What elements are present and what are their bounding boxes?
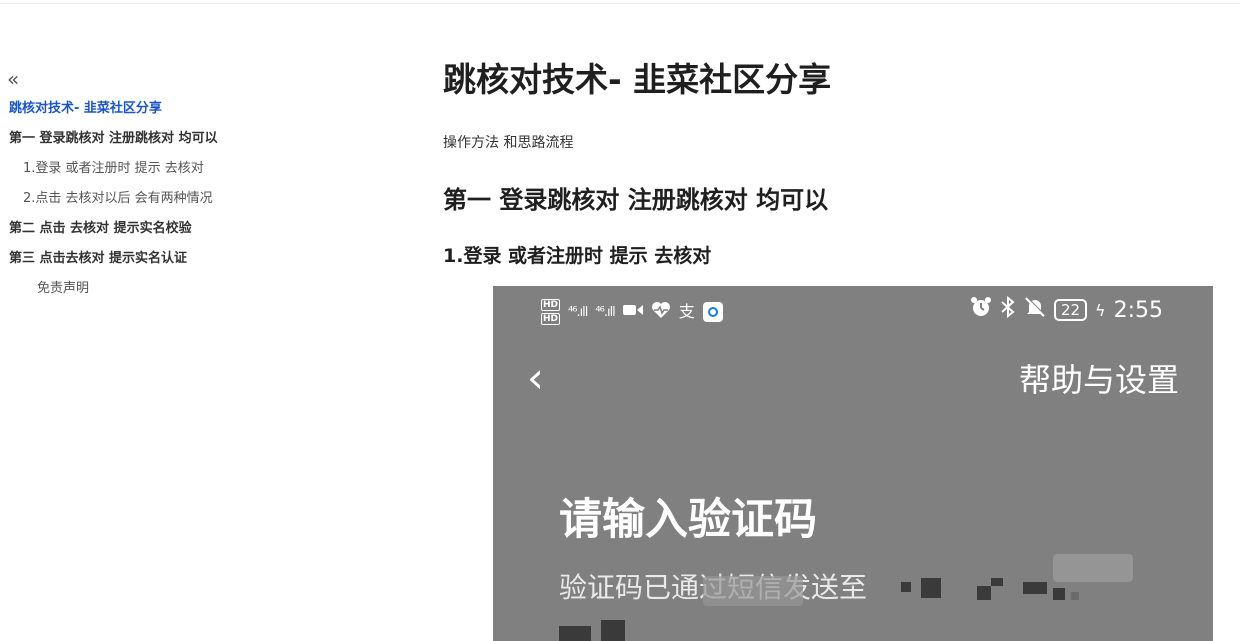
heart-icon <box>651 301 671 323</box>
charging-icon: ϟ <box>1095 300 1106 320</box>
phone-screenshot: HD HD ⁴⁶.ıll ⁴⁶.ıll 支 22 ϟ 2:55 ‹ 帮助与设置 … <box>493 286 1213 641</box>
signal-icon: ⁴⁶.ıll <box>595 304 615 320</box>
otp-title: 请输入验证码 <box>559 495 817 545</box>
mosaic-block <box>1033 582 1047 594</box>
back-arrow-icon[interactable]: ‹ <box>527 354 544 402</box>
intro-text: 操作方法 和思路流程 <box>443 135 574 151</box>
mute-icon <box>1024 296 1046 324</box>
article: 跳核对技术- 韭菜社区分享 操作方法 和思路流程 第一 登录跳核对 注册跳核对 … <box>443 0 1233 641</box>
toc-item-section-3[interactable]: 第三 点击去核对 提示实名认证 <box>9 250 187 268</box>
status-left: HD HD ⁴⁶.ıll ⁴⁶.ıll 支 <box>541 292 723 332</box>
subsection-heading: 1.登录 或者注册时 提示 去核对 <box>443 245 712 267</box>
alipay-icon: 支 <box>678 302 695 321</box>
status-right: 22 ϟ 2:55 <box>970 295 1163 324</box>
bluetooth-icon <box>1000 295 1016 324</box>
app-icon <box>702 302 723 322</box>
phone-nav-bar: ‹ 帮助与设置 <box>493 352 1213 408</box>
toc-item-section-1[interactable]: 第一 登录跳核对 注册跳核对 均可以 <box>9 130 218 148</box>
mosaic-block <box>1071 592 1079 600</box>
video-icon <box>622 303 643 321</box>
alarm-icon <box>970 296 992 324</box>
toc-item-section-1-1[interactable]: 1.登录 或者注册时 提示 去核对 <box>23 160 204 178</box>
toc-item-title[interactable]: 跳核对技术- 韭菜社区分享 <box>9 100 162 118</box>
battery-indicator: 22 <box>1053 299 1088 321</box>
help-settings-link[interactable]: 帮助与设置 <box>1019 360 1179 400</box>
mosaic-block <box>977 586 991 600</box>
mosaic-block <box>1053 588 1065 600</box>
mosaic-block <box>991 578 1003 586</box>
hd-badge: HD <box>541 313 561 325</box>
mosaic-blur <box>703 576 803 606</box>
mosaic-block <box>601 620 625 641</box>
mosaic-block <box>901 582 911 592</box>
toc-item-disclaimer[interactable]: 免责声明 <box>37 280 89 298</box>
toc-item-section-1-2[interactable]: 2.点击 去核对以后 会有两种情况 <box>23 190 213 208</box>
mosaic-block <box>921 578 941 598</box>
phone-status-bar: HD HD ⁴⁶.ıll ⁴⁶.ıll 支 22 ϟ 2:55 <box>493 286 1213 336</box>
page-title: 跳核对技术- 韭菜社区分享 <box>443 60 832 99</box>
mosaic-blur <box>1053 554 1133 582</box>
signal-icon: ⁴⁶.ıll <box>568 304 588 320</box>
toc-item-section-2[interactable]: 第二 点击 去核对 提示实名校验 <box>9 220 192 238</box>
section-heading: 第一 登录跳核对 注册跳核对 均可以 <box>443 186 829 214</box>
mosaic-block <box>559 626 591 641</box>
hd-badge: HD <box>541 299 561 311</box>
collapse-toc-icon[interactable]: « <box>7 68 19 90</box>
status-time: 2:55 <box>1113 297 1163 323</box>
hd-indicator: HD HD <box>541 299 561 325</box>
